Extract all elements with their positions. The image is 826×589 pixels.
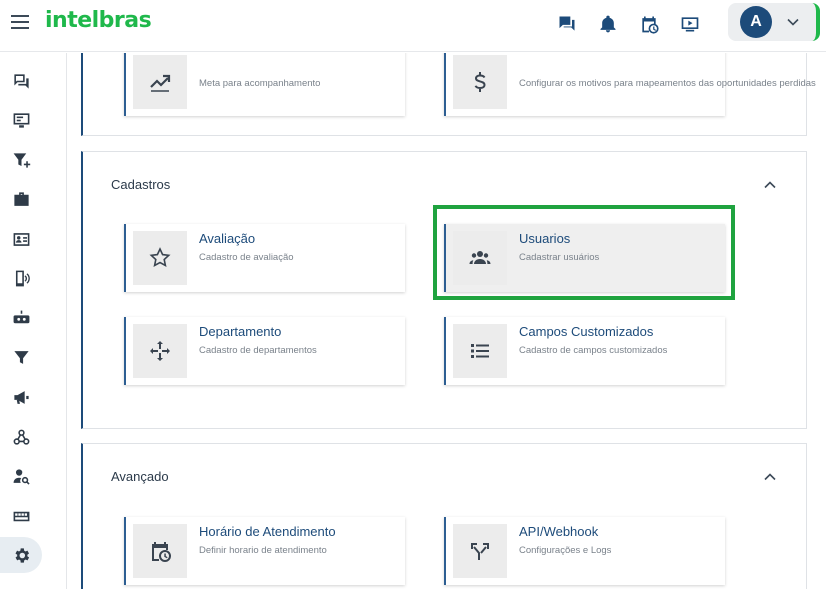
chevron-up-icon[interactable] — [763, 470, 777, 484]
users-icon — [453, 231, 507, 285]
top-bar: intelbras A — [0, 0, 826, 52]
card-description: Definir horario de atendimento — [199, 545, 327, 556]
gear-icon[interactable] — [0, 537, 42, 573]
card-description: Cadastro de avaliação — [199, 252, 294, 263]
card-meta[interactable]: Meta para acompanhamento — [124, 53, 405, 116]
card-campos-customizados[interactable]: Campos Customizados Cadastro de campos c… — [444, 317, 725, 385]
menu-icon[interactable] — [10, 12, 30, 32]
card-motivos-perda[interactable]: Configurar os motivos para mapeamentos d… — [444, 53, 816, 116]
calendar-clock-icon — [133, 524, 187, 578]
card-description: Cadastrar usuários — [519, 252, 600, 263]
briefcase-icon[interactable] — [0, 181, 42, 217]
bell-icon[interactable] — [594, 10, 622, 38]
card-description: Cadastro de campos customizados — [519, 345, 668, 356]
list-icon — [453, 324, 507, 378]
user-search-icon[interactable] — [0, 458, 42, 494]
dollar-icon — [453, 55, 507, 109]
card-usuarios[interactable]: Usuarios Cadastrar usuários — [444, 224, 725, 292]
sidebar — [0, 53, 42, 589]
card-api-webhook[interactable]: API/Webhook Configurações e Logs — [444, 517, 725, 585]
card-title: Horário de Atendimento — [199, 524, 336, 539]
card-description: Meta para acompanhamento — [199, 78, 321, 89]
webhook-icon[interactable] — [0, 419, 42, 455]
section-cadastros: Cadastros Avaliação Cadastro de avaliaçã… — [81, 151, 807, 429]
card-horario-atendimento[interactable]: Horário de Atendimento Definir horario d… — [124, 517, 405, 585]
video-icon[interactable] — [676, 10, 704, 38]
fork-arrows-icon — [453, 524, 507, 578]
chevron-up-icon[interactable] — [763, 178, 777, 192]
card-description: Configurações e Logs — [519, 545, 612, 556]
filter-plus-icon[interactable] — [0, 142, 42, 178]
section-avancado: Avançado Horário de Atendimento Definir … — [81, 443, 807, 589]
phone-ring-icon[interactable] — [0, 260, 42, 296]
avatar[interactable]: A — [740, 6, 772, 38]
card-title: API/Webhook — [519, 524, 599, 539]
chat-icon[interactable] — [0, 63, 42, 99]
card-description: Cadastro de departamentos — [199, 345, 317, 356]
settings-content: Meta para acompanhamento Configurar os m… — [66, 53, 824, 589]
calendar-clock-icon[interactable] — [635, 10, 663, 38]
section-metas: Meta para acompanhamento Configurar os m… — [81, 53, 816, 136]
star-icon — [133, 231, 187, 285]
chevron-down-icon[interactable] — [786, 15, 800, 29]
card-title: Avaliação — [199, 231, 256, 246]
id-card-icon[interactable] — [0, 221, 42, 257]
card-avaliacao[interactable]: Avaliação Cadastro de avaliação — [124, 224, 405, 292]
robot-icon[interactable] — [0, 300, 42, 336]
card-departamento[interactable]: Departamento Cadastro de departamentos — [124, 317, 405, 385]
move-arrows-icon — [133, 324, 187, 378]
card-description: Configurar os motivos para mapeamentos d… — [519, 78, 816, 89]
trending-chart-icon — [133, 55, 187, 109]
user-menu[interactable]: A — [728, 3, 820, 41]
card-title: Usuarios — [519, 231, 571, 246]
megaphone-icon[interactable] — [0, 379, 42, 415]
card-title: Departamento — [199, 324, 282, 339]
chat-icon[interactable] — [553, 10, 581, 38]
keyboard-icon[interactable] — [0, 498, 42, 534]
section-title: Cadastros — [111, 177, 171, 192]
card-title: Campos Customizados — [519, 324, 654, 339]
section-title: Avançado — [111, 469, 169, 484]
funnel-icon[interactable] — [0, 339, 42, 375]
monitor-icon[interactable] — [0, 102, 42, 138]
intelbras-logo: intelbras — [45, 8, 152, 33]
